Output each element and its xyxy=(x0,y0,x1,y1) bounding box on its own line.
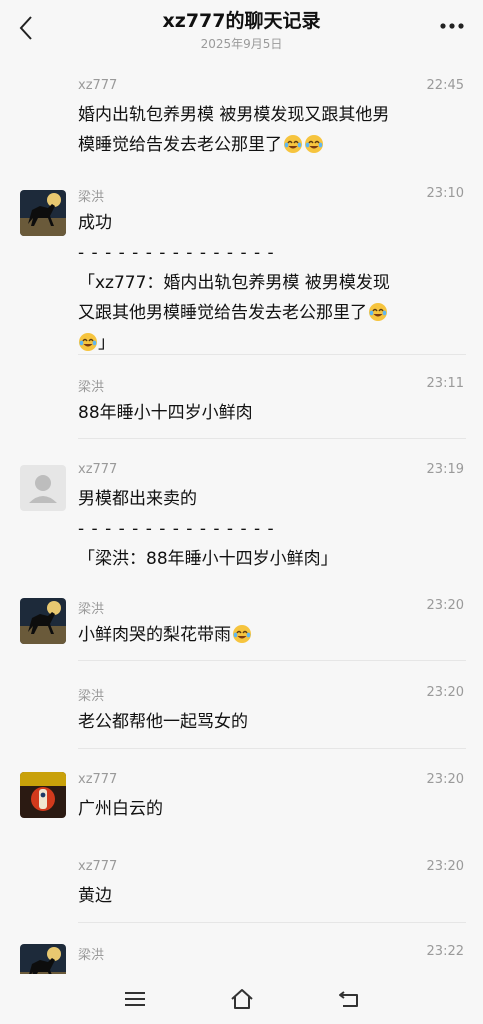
message-text: 成功 - - - - - - - - - - - - - - - 「xz777：… xyxy=(78,208,466,358)
rocket-avatar-image xyxy=(20,772,66,818)
message-text: 广州白云的 xyxy=(78,794,466,824)
horse-avatar-image xyxy=(20,944,66,974)
message-sender: 梁洪 xyxy=(78,380,105,395)
divider xyxy=(78,438,466,439)
message-item: 梁洪 23:10 成功 - - - - - - - - - - - - - - … xyxy=(0,186,483,353)
message-line: 黄边 xyxy=(78,886,112,906)
back-arrow-icon xyxy=(339,991,358,1007)
message-text: 小鲜肉哭的梨花带雨 xyxy=(78,620,466,650)
message-text: 男模都出来卖的 - - - - - - - - - - - - - - - 「梁… xyxy=(78,484,466,574)
quote-divider: - - - - - - - - - - - - - - - xyxy=(78,519,275,539)
laughing-crying-emoji-icon xyxy=(284,135,302,153)
message-item: xz777 23:20 黄边 xyxy=(0,859,483,929)
avatar-default[interactable] xyxy=(20,465,66,511)
home-button[interactable] xyxy=(227,986,257,1012)
message-line: 「xz777：婚内出轨包养男模 被男模发现 xyxy=(78,273,390,293)
more-dots-icon xyxy=(440,23,464,29)
message-sender: xz777 xyxy=(78,859,118,874)
divider xyxy=(78,354,466,355)
message-item: 梁洪 23:11 88年睡小十四岁小鲜肉 xyxy=(0,376,483,446)
message-line: 婚内出轨包养男模 被男模发现又跟其他男 xyxy=(78,105,390,125)
message-time: 23:20 xyxy=(426,685,464,700)
message-item: 梁洪 23:20 小鲜肉哭的梨花带雨 xyxy=(0,598,483,668)
laughing-crying-emoji-icon xyxy=(233,625,251,643)
more-button[interactable] xyxy=(435,12,469,40)
default-user-icon xyxy=(29,475,57,503)
avatar-horse[interactable] xyxy=(20,944,66,974)
quote-divider: - - - - - - - - - - - - - - - xyxy=(78,243,275,263)
message-item: 梁洪 23:22 xyxy=(0,944,483,974)
page-subtitle-date: 2025年9月5日 xyxy=(200,37,283,51)
avatar-horse[interactable] xyxy=(20,190,66,236)
message-sender: 梁洪 xyxy=(78,689,105,704)
message-time: 23:20 xyxy=(426,598,464,613)
message-line: 男模都出来卖的 xyxy=(78,489,197,509)
message-time: 22:45 xyxy=(426,78,464,93)
page-title: xz777的聊天记录 xyxy=(162,10,321,32)
message-line: 模睡觉给告发去老公那里了 xyxy=(78,135,282,155)
quote-close: 」 xyxy=(98,333,115,353)
avatar-horse[interactable] xyxy=(20,598,66,644)
message-text: 黄边 xyxy=(78,881,466,911)
message-sender: 梁洪 xyxy=(78,948,105,963)
header-bar: xz777的聊天记录 2025年9月5日 xyxy=(0,0,483,62)
message-sender: 梁洪 xyxy=(78,190,105,205)
back-nav-button[interactable] xyxy=(334,986,364,1012)
message-time: 23:10 xyxy=(426,186,464,201)
message-line: 又跟其他男模睡觉给告发去老公那里了 xyxy=(78,303,367,323)
avatar-rocket[interactable] xyxy=(20,772,66,818)
message-line: 成功 xyxy=(78,213,112,233)
message-item: xz777 23:20 广州白云的 xyxy=(0,772,483,842)
message-sender: 梁洪 xyxy=(78,602,105,617)
message-line: 88年睡小十四岁小鲜肉 xyxy=(78,403,253,423)
home-icon xyxy=(231,989,253,1009)
message-text: 婚内出轨包养男模 被男模发现又跟其他男 模睡觉给告发去老公那里了 xyxy=(78,100,466,160)
message-time: 23:20 xyxy=(426,772,464,787)
horse-avatar-image xyxy=(20,598,66,644)
laughing-crying-emoji-icon xyxy=(369,303,387,321)
divider xyxy=(78,660,466,661)
message-time: 23:22 xyxy=(426,944,464,959)
message-time: 23:11 xyxy=(426,376,464,391)
message-line: 老公都帮他一起骂女的 xyxy=(78,712,248,732)
message-line: 广州白云的 xyxy=(78,799,163,819)
laughing-crying-emoji-icon xyxy=(305,135,323,153)
message-item: xz777 23:19 男模都出来卖的 - - - - - - - - - - … xyxy=(0,462,483,582)
message-line: 小鲜肉哭的梨花带雨 xyxy=(78,625,231,645)
system-nav-bar xyxy=(0,974,483,1024)
divider xyxy=(78,922,466,923)
message-sender: xz777 xyxy=(78,78,118,93)
message-time: 23:19 xyxy=(426,462,464,477)
menu-button[interactable] xyxy=(120,986,150,1012)
message-item: 梁洪 23:20 老公都帮他一起骂女的 xyxy=(0,685,483,755)
message-time: 23:20 xyxy=(426,859,464,874)
menu-icon xyxy=(125,992,145,1006)
horse-avatar-image xyxy=(20,190,66,236)
divider xyxy=(78,748,466,749)
message-list[interactable]: xz777 22:45 婚内出轨包养男模 被男模发现又跟其他男 模睡觉给告发去老… xyxy=(0,62,483,974)
message-sender: xz777 xyxy=(78,772,118,787)
message-item: xz777 22:45 婚内出轨包养男模 被男模发现又跟其他男 模睡觉给告发去老… xyxy=(0,78,483,190)
message-text: 老公都帮他一起骂女的 xyxy=(78,707,466,737)
message-sender: xz777 xyxy=(78,462,118,477)
message-text: 88年睡小十四岁小鲜肉 xyxy=(78,398,466,428)
message-line: 「梁洪：88年睡小十四岁小鲜肉」 xyxy=(78,549,338,569)
laughing-crying-emoji-icon xyxy=(79,333,97,351)
